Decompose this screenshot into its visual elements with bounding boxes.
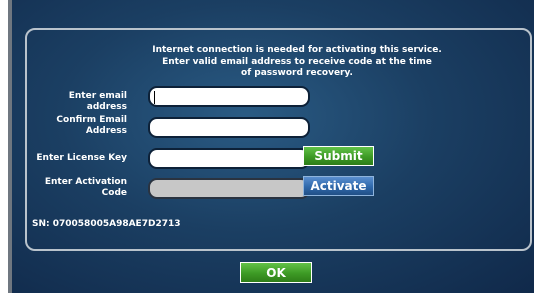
serial-number: SN: 070058005A98AE7D2713 bbox=[32, 219, 181, 229]
activate-button[interactable]: Activate bbox=[303, 176, 374, 196]
email-field[interactable] bbox=[148, 86, 310, 107]
activation-code-label: Enter Activation Code bbox=[44, 177, 127, 198]
confirm-email-field[interactable] bbox=[148, 117, 310, 138]
confirm-email-label: Confirm Email Address bbox=[56, 115, 127, 136]
ok-button[interactable]: OK bbox=[240, 262, 312, 283]
connection-notice: Internet connection is needed for activa… bbox=[147, 45, 447, 80]
activation-dialog: Internet connection is needed for activa… bbox=[8, 0, 534, 293]
submit-button[interactable]: Submit bbox=[303, 146, 374, 166]
activation-panel: Internet connection is needed for activa… bbox=[25, 28, 532, 251]
license-key-field[interactable] bbox=[148, 148, 310, 169]
license-key-label: Enter License Key bbox=[36, 153, 127, 163]
activation-code-field bbox=[148, 178, 310, 199]
notice-line-2: Enter valid email address to receive cod… bbox=[162, 56, 432, 67]
notice-line-3: of password recovery. bbox=[241, 68, 353, 78]
text-caret bbox=[154, 91, 155, 104]
email-label: Enter email address bbox=[68, 91, 127, 112]
notice-line-1: Internet connection is needed for activa… bbox=[152, 45, 442, 55]
